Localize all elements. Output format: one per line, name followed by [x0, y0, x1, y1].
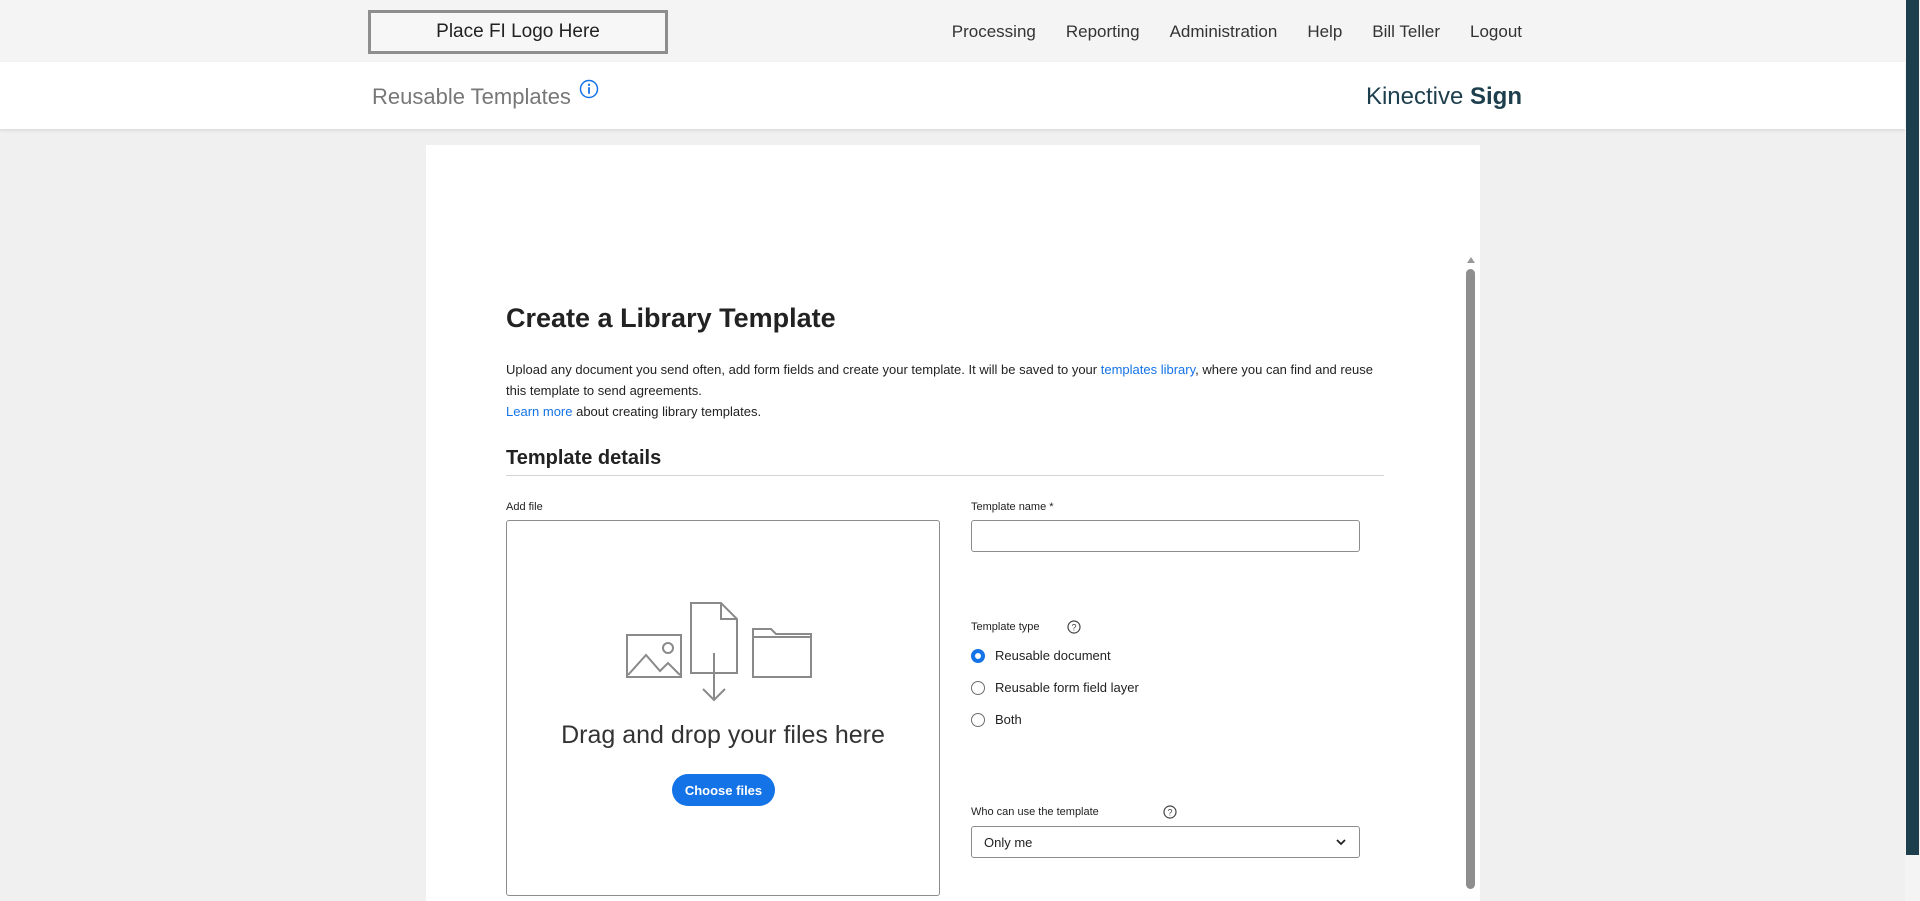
template-name-label-text: Template name — [971, 501, 1047, 513]
radio-reusable-form-field-layer[interactable]: Reusable form field layer — [971, 680, 1139, 695]
template-type-label: Template type — [971, 621, 1040, 633]
file-dropzone[interactable]: Drag and drop your files here Choose fil… — [506, 520, 940, 896]
svg-text:?: ? — [1167, 808, 1172, 818]
panel-scrollbar[interactable] — [1464, 257, 1478, 901]
nav-logout[interactable]: Logout — [1470, 22, 1522, 42]
nav-help[interactable]: Help — [1307, 22, 1342, 42]
required-indicator: * — [1049, 501, 1054, 513]
section-divider — [506, 475, 1384, 476]
template-type-help-icon[interactable]: ? — [1067, 620, 1081, 634]
brand-name-light: Kinective — [1365, 83, 1464, 110]
section-title: Template details — [506, 447, 662, 469]
main-nav: Processing Reporting Administration Help… — [952, 22, 1522, 42]
nav-reporting[interactable]: Reporting — [1066, 22, 1140, 42]
radio-button-checked[interactable] — [971, 648, 985, 663]
scroll-up-arrow-icon[interactable] — [1467, 257, 1475, 263]
radio-button[interactable] — [971, 712, 985, 727]
radio-label: Reusable document — [995, 648, 1111, 663]
description-text: Upload any document you send often, add … — [506, 362, 1101, 377]
radio-label: Both — [995, 712, 1022, 727]
nav-administration[interactable]: Administration — [1170, 22, 1278, 42]
template-name-label: Template name * — [971, 501, 1054, 513]
radio-both[interactable]: Both — [971, 712, 1022, 727]
choose-files-button[interactable]: Choose files — [672, 774, 775, 806]
panel-scrollbar-thumb[interactable] — [1466, 269, 1475, 889]
brand-name-bold: Sign — [1470, 83, 1522, 110]
info-icon[interactable] — [579, 79, 599, 99]
page-title: Reusable Templates — [372, 84, 571, 109]
form-description: Upload any document you send often, add … — [506, 359, 1386, 422]
template-name-input[interactable] — [971, 520, 1360, 552]
file-upload-illustration-icon — [626, 602, 812, 702]
top-navigation-bar: Place FI Logo Here Processing Reporting … — [0, 0, 1905, 62]
dropzone-text: Drag and drop your files here — [561, 721, 885, 749]
fi-logo-placeholder[interactable]: Place FI Logo Here — [368, 10, 668, 54]
learn-more-link[interactable]: Learn more — [506, 404, 572, 419]
nav-user-name[interactable]: Bill Teller — [1372, 22, 1440, 42]
page-scrollbar-thumb[interactable] — [1906, 0, 1919, 855]
who-can-use-select[interactable]: Only me — [971, 826, 1360, 858]
who-can-use-help-icon[interactable]: ? — [1163, 805, 1177, 819]
radio-reusable-document[interactable]: Reusable document — [971, 648, 1111, 663]
nav-processing[interactable]: Processing — [952, 22, 1036, 42]
page-header: Reusable Templates Kinective Sign — [0, 62, 1905, 130]
learn-more-tail: about creating library templates. — [572, 404, 762, 419]
form-title: Create a Library Template — [506, 303, 836, 333]
add-file-label: Add file — [506, 501, 543, 513]
template-creation-panel: Create a Library Template Upload any doc… — [426, 145, 1480, 901]
chevron-down-icon — [1336, 839, 1346, 846]
brand-logo: Kinective Sign — [1366, 83, 1522, 111]
page-scrollbar[interactable] — [1905, 0, 1920, 901]
svg-text:?: ? — [1071, 623, 1076, 633]
radio-button[interactable] — [971, 680, 985, 695]
who-can-use-selected-value: Only me — [984, 834, 1033, 850]
who-can-use-label: Who can use the template — [971, 806, 1099, 818]
templates-library-link[interactable]: templates library — [1101, 362, 1195, 377]
radio-label: Reusable form field layer — [995, 680, 1139, 695]
